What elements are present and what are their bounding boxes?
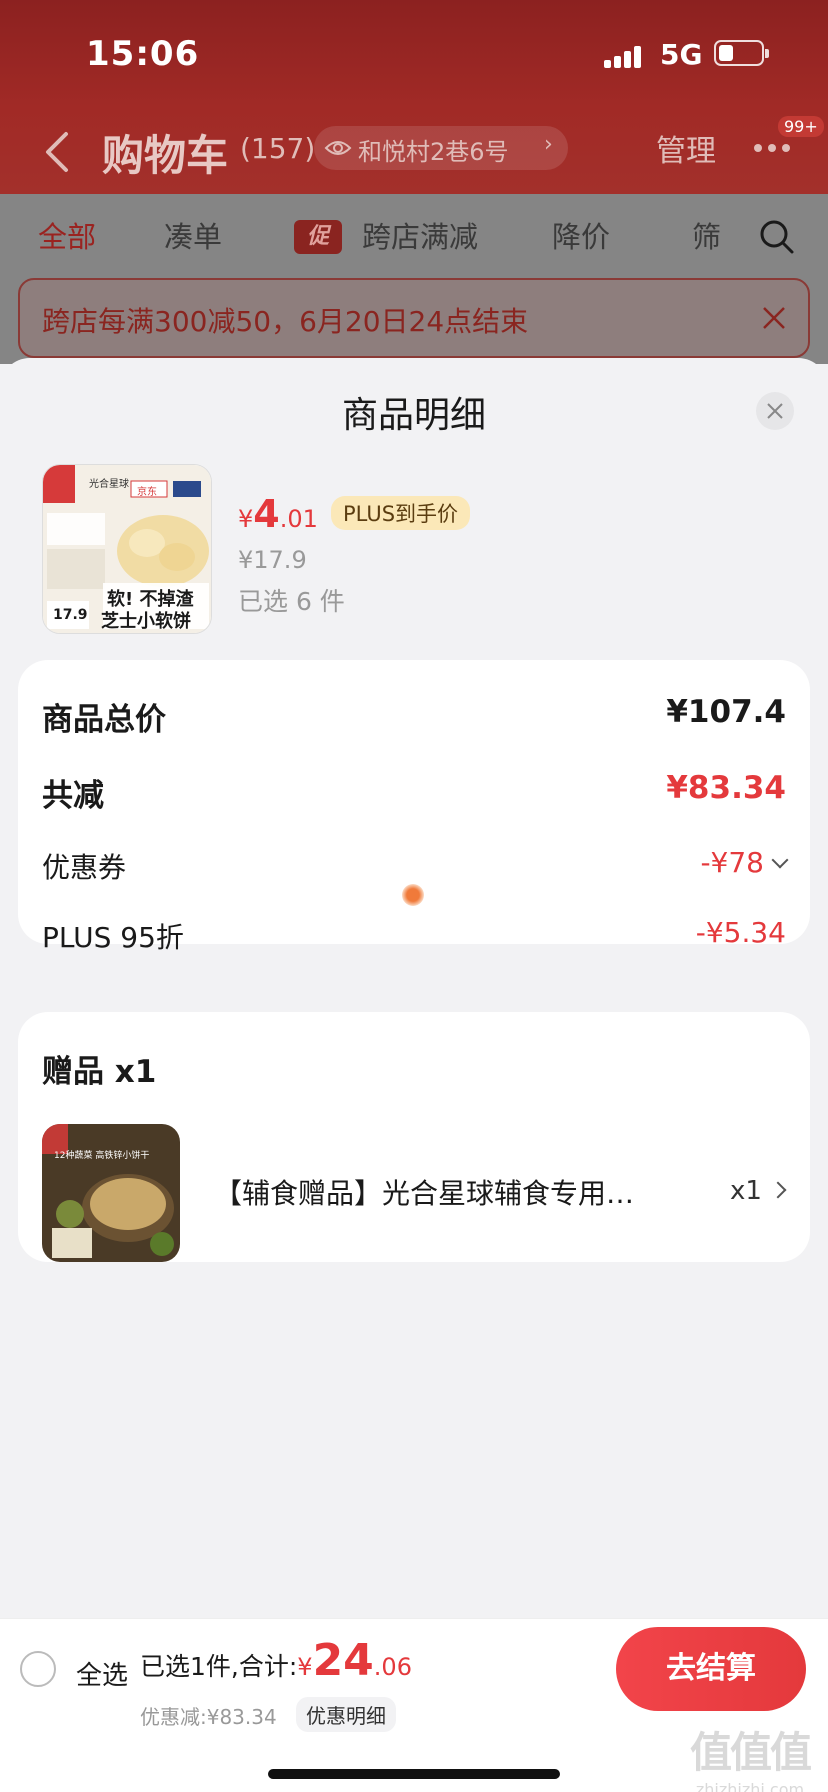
select-all-checkbox[interactable] [20, 1651, 56, 1687]
coupon-label: 优惠券 [42, 851, 127, 884]
product-image: 光合星球 京东 软! 不掉渣 芝士小软饼 17.9 [42, 464, 212, 634]
chevron-right-icon[interactable] [769, 1181, 787, 1199]
tab-price-drop[interactable]: 降价 [552, 214, 610, 256]
home-indicator[interactable] [268, 1769, 560, 1779]
address-selector[interactable]: 和悦村2巷6号 › [314, 126, 568, 170]
reduce-value: ¥83.34 [666, 770, 786, 806]
nav-bar: 购物车 (157) 和悦村2巷6号 › 管理 99+ [0, 108, 828, 194]
filter-area: 全部 凑单 促 跨店满减 降价 筛 跨店每满300减50，6月20日24点结束 [0, 194, 828, 364]
promo-notice: 跨店每满300减50，6月20日24点结束 [18, 278, 810, 358]
chevron-down-icon [771, 851, 789, 869]
sheet-close-button[interactable] [756, 392, 794, 430]
total-integer: 24 [312, 1635, 374, 1686]
gift-name[interactable]: 【辅食赠品】光合星球辅食专用… [214, 1172, 654, 1212]
eye-icon [324, 141, 352, 155]
tab-filter[interactable]: 筛 [692, 214, 721, 256]
close-icon [767, 403, 783, 419]
more-icon[interactable] [754, 144, 794, 154]
product-item[interactable]: 光合星球 京东 软! 不掉渣 芝士小软饼 17.9 ¥4.01 PLUS到手价 … [42, 464, 802, 638]
notice-text: 跨店每满300减50，6月20日24点结束 [42, 305, 529, 338]
message-badge: 99+ [778, 116, 824, 137]
back-icon[interactable] [40, 128, 76, 176]
address-text: 和悦村2巷6号 [358, 138, 509, 166]
total-value: ¥107.4 [666, 694, 786, 730]
select-all-label[interactable]: 全选 [76, 1655, 128, 1692]
chevron-right-icon: › [544, 132, 553, 157]
detail-sheet: 商品明细 光合星球 京东 软! 不掉渣 芝士小软饼 17.9 ¥4.01 PLU… [0, 358, 828, 1792]
coupon-value: -¥78 [700, 846, 764, 879]
tab-bundle[interactable]: 凑单 [164, 214, 222, 256]
discount-detail-button[interactable]: 优惠明细 [296, 1697, 396, 1732]
watermark-url: zhizhizhi.com [695, 1780, 805, 1792]
gift-card: 赠品 x1 12种蔬菜 高铁锌小饼干 【辅食赠品】光合星球辅食专用… x1 [18, 1012, 810, 1262]
total-decimal: .06 [373, 1653, 412, 1681]
gift-quantity: x1 [730, 1176, 762, 1206]
status-bar: 15:06 5G [0, 0, 828, 108]
manage-button[interactable]: 管理 [656, 126, 716, 170]
page-title: 购物车 [102, 131, 229, 180]
promo-tag: 促 [294, 220, 342, 254]
total-line: 已选1件,合计:¥24.06 [140, 1635, 412, 1686]
original-price: ¥17.9 [238, 546, 307, 574]
signal-icon [604, 40, 648, 68]
gift-title: 赠品 x1 [42, 1054, 157, 1090]
search-icon[interactable] [758, 218, 796, 256]
plus-discount-label: PLUS 95折 [42, 921, 184, 954]
product-price: ¥4.01 PLUS到手价 [238, 492, 471, 538]
price-decimal: .01 [279, 505, 318, 533]
close-icon[interactable] [760, 304, 788, 332]
cart-count: (157) [240, 132, 316, 165]
tab-all[interactable]: 全部 [38, 214, 96, 256]
plus-price-tag: PLUS到手价 [331, 496, 471, 530]
watermark-logo: 值值值 [689, 1728, 812, 1777]
selected-count: 已选 6 件 [238, 587, 345, 616]
status-time: 15:06 [86, 34, 200, 74]
reduce-label: 共减 [42, 778, 104, 814]
watermark: 值值值 zhizhizhi.com [680, 1719, 820, 1792]
tab-cross-store[interactable]: 跨店满减 [362, 214, 478, 256]
battery-icon [714, 40, 769, 66]
network-type: 5G [660, 38, 703, 71]
product-tag-2: 芝士小软饼 [101, 611, 191, 632]
loading-indicator [402, 884, 424, 906]
checkout-button[interactable]: 去结算 [616, 1627, 806, 1711]
jd-logo-text: 京东 [137, 487, 157, 498]
sheet-title: 商品明细 [341, 395, 486, 436]
gift-image: 12种蔬菜 高铁锌小饼干 [42, 1124, 180, 1262]
plus-discount-value: -¥5.34 [695, 916, 786, 949]
gift-image-caption: 12种蔬菜 高铁锌小饼干 [54, 1151, 150, 1161]
product-brand: 光合星球 [89, 479, 129, 490]
total-currency: ¥ [297, 1653, 313, 1681]
checkout-bar: 全选 已选1件,合计:¥24.06 优惠减:¥83.34 优惠明细 去结算 值值… [0, 1618, 828, 1792]
coupon-value-wrap: -¥78 [700, 846, 789, 879]
discount-summary: 优惠减:¥83.34 [140, 1705, 277, 1729]
price-integer: 4 [253, 492, 280, 536]
product-image-price: 17.9 [53, 607, 88, 623]
price-currency: ¥ [238, 505, 254, 533]
total-prefix: 已选1件,合计: [140, 1652, 298, 1681]
total-label: 商品总价 [42, 702, 166, 738]
